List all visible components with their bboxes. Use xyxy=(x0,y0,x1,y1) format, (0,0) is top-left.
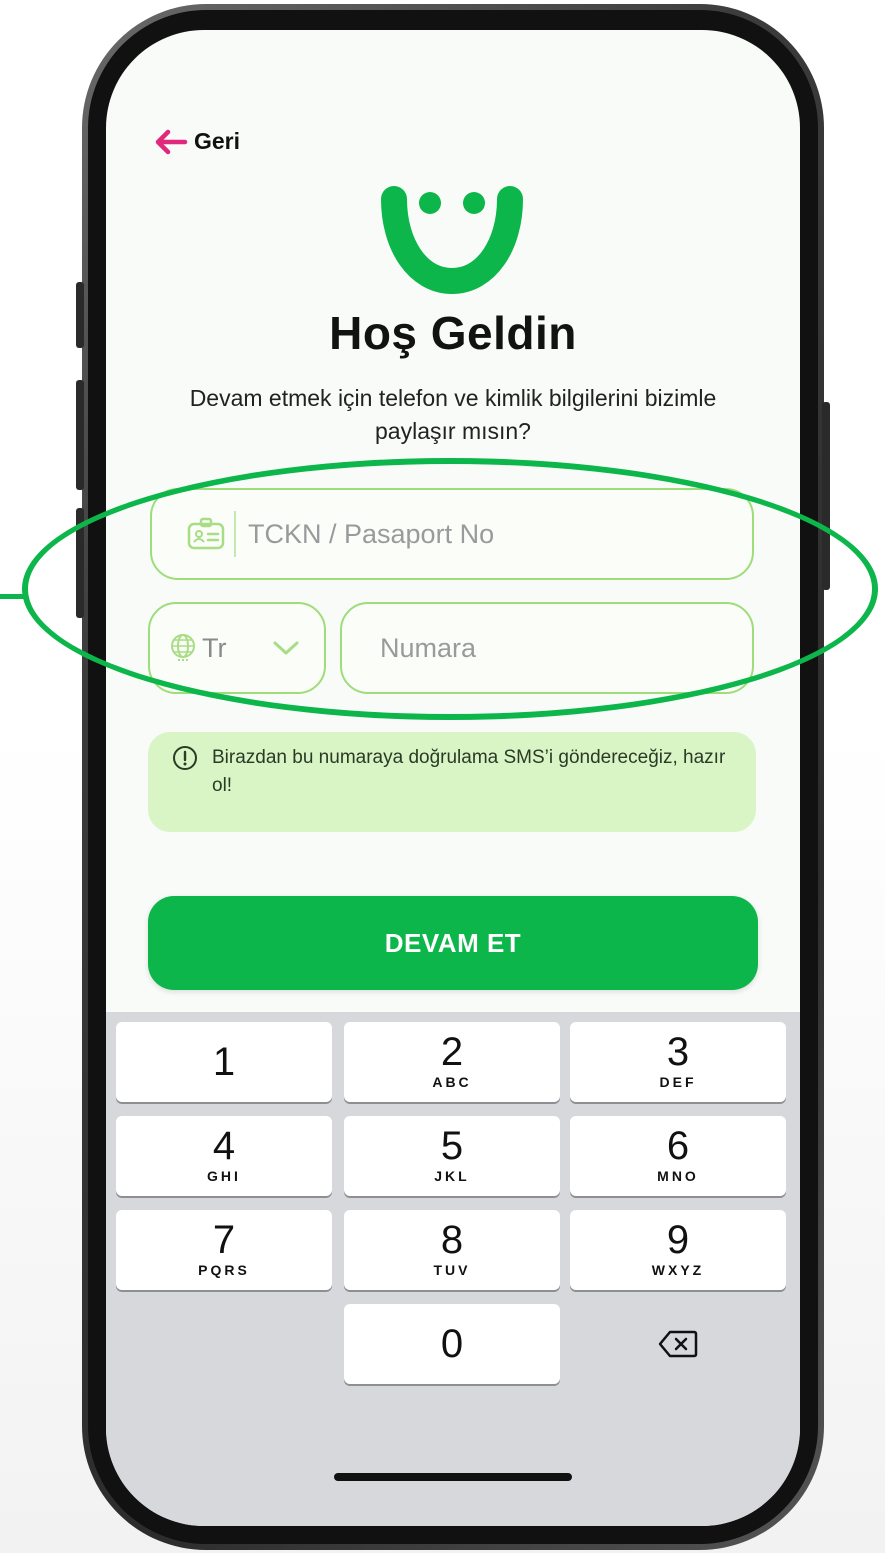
key-8[interactable]: 8 TUV xyxy=(344,1210,560,1290)
key-5[interactable]: 5 JKL xyxy=(344,1116,560,1196)
key-digit: 5 xyxy=(440,1124,464,1168)
key-digit: 2 xyxy=(440,1030,464,1074)
sms-info-text: Birazdan bu numaraya doğrulama SMS’i gön… xyxy=(212,747,726,796)
key-letters: PQRS xyxy=(198,1262,250,1278)
key-digit: 8 xyxy=(440,1218,464,1262)
backspace-icon xyxy=(658,1330,698,1358)
key-4[interactable]: 4 GHI xyxy=(116,1116,332,1196)
key-digit: 7 xyxy=(212,1218,236,1262)
delete-key[interactable] xyxy=(570,1304,786,1384)
key-1[interactable]: 1 xyxy=(116,1022,332,1102)
key-digit: 3 xyxy=(666,1030,690,1074)
smile-logo xyxy=(381,186,523,295)
arrow-left-icon xyxy=(155,129,188,154)
page-title: Hoş Geldin xyxy=(329,307,577,359)
key-digit: 4 xyxy=(212,1124,236,1168)
key-digit: 0 xyxy=(440,1322,464,1366)
key-digit: 1 xyxy=(212,1040,236,1084)
sms-info-banner: Birazdan bu numaraya doğrulama SMS’i gön… xyxy=(148,732,756,832)
key-letters: GHI xyxy=(207,1168,241,1184)
back-button[interactable]: Geri xyxy=(154,128,240,155)
key-digit: 9 xyxy=(666,1218,690,1262)
mute-switch xyxy=(76,282,84,348)
key-letters: ABC xyxy=(432,1074,472,1090)
key-digit: 6 xyxy=(666,1124,690,1168)
volume-up-button xyxy=(76,380,84,490)
key-6[interactable]: 6 MNO xyxy=(570,1116,786,1196)
page-subtitle: Devam etmek için telefon ve kimlik bilgi… xyxy=(189,385,717,444)
back-label: Geri xyxy=(194,128,241,154)
numeric-keypad: 1 2 ABC 3 DEF 4 GHI 5 JKL 6 MNO 7 PQRS 8… xyxy=(106,1012,800,1526)
key-letters: JKL xyxy=(434,1168,470,1184)
key-letters: MNO xyxy=(657,1168,699,1184)
key-letters: DEF xyxy=(659,1074,697,1090)
key-2[interactable]: 2 ABC xyxy=(344,1022,560,1102)
phone-screen: Geri Hoş Geldin Devam etmek için telefon… xyxy=(106,30,800,1526)
info-circle-icon xyxy=(173,746,197,770)
key-letters: TUV xyxy=(433,1262,471,1278)
key-letters: WXYZ xyxy=(651,1262,705,1278)
key-7[interactable]: 7 PQRS xyxy=(116,1210,332,1290)
key-9[interactable]: 9 WXYZ xyxy=(570,1210,786,1290)
continue-button[interactable]: DEVAM ET xyxy=(148,896,758,990)
home-indicator xyxy=(334,1473,572,1481)
key-3[interactable]: 3 DEF xyxy=(570,1022,786,1102)
highlight-ring xyxy=(22,458,878,720)
key-0[interactable]: 0 xyxy=(344,1304,560,1384)
callout-line xyxy=(0,594,26,599)
